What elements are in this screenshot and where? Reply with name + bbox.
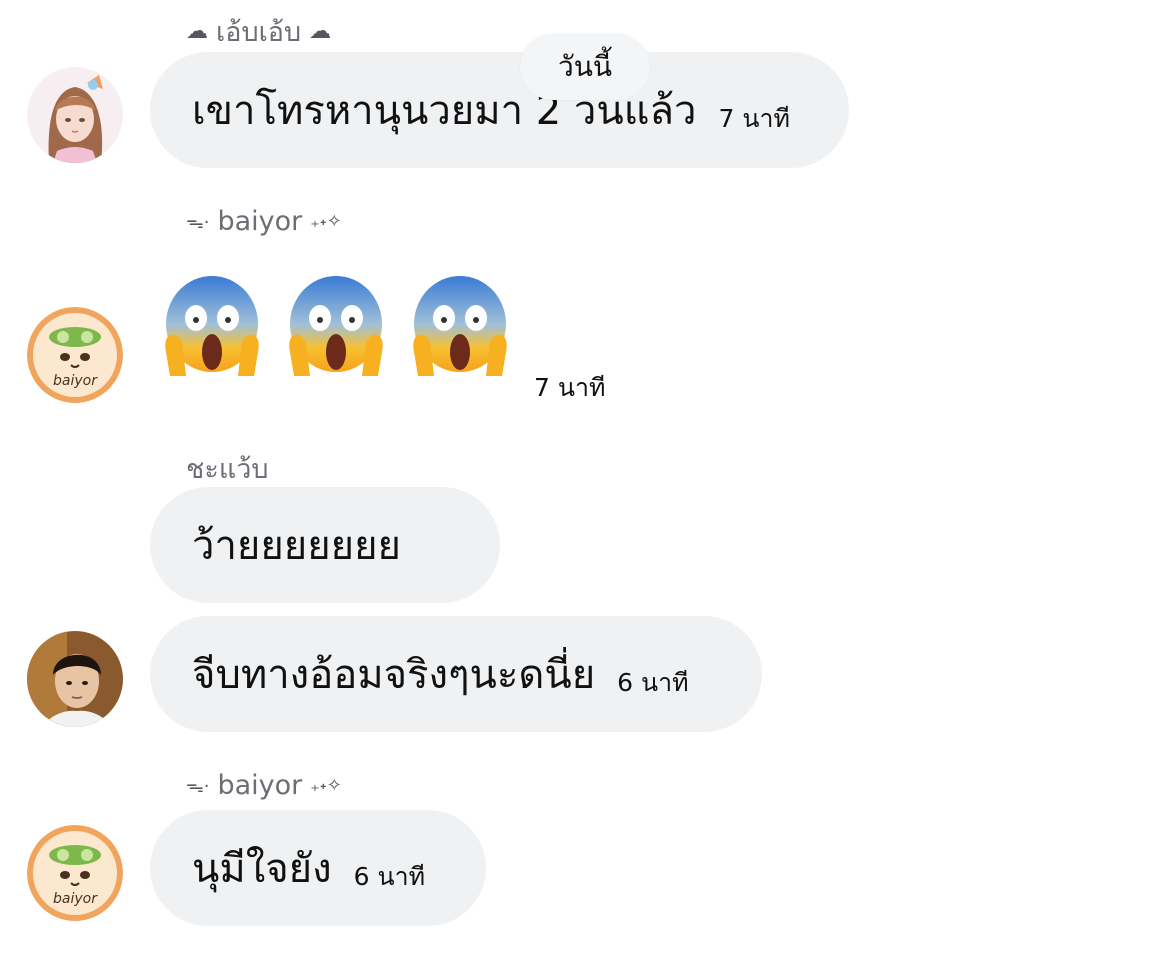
message-time: 6 นาที bbox=[617, 668, 689, 697]
sender-label: ชะแว้บ bbox=[186, 454, 269, 485]
anime-girl-avatar[interactable] bbox=[27, 67, 123, 163]
sender-name-baiyor[interactable]: ᯓ· baiyor ₊˖✧ bbox=[186, 770, 342, 801]
sender-label: baiyor bbox=[217, 770, 303, 801]
svg-text:baiyor: baiyor bbox=[53, 373, 98, 389]
person-photo-avatar[interactable] bbox=[27, 631, 123, 727]
message-bubble[interactable]: เขาโทรหานุนวยมา 2 วนแล้ว 7 นาที bbox=[150, 52, 849, 168]
date-divider: วันนี้ bbox=[520, 34, 650, 100]
swirl-icon: ᯓ· bbox=[186, 775, 210, 797]
sender-label: เอ้บเอ้บ bbox=[216, 17, 302, 48]
message-bubble[interactable]: จีบทางอ้อมจริงๆนะดนี่ย 6 นาที bbox=[150, 616, 762, 732]
emoji-message[interactable] bbox=[160, 272, 512, 382]
message-text: จีบทางอ้อมจริงๆนะดนี่ย bbox=[192, 652, 596, 698]
message-text: ว้ายยยยยยย bbox=[192, 523, 401, 569]
sparkle-icon: ₊˖✧ bbox=[310, 775, 342, 796]
svg-text:baiyor: baiyor bbox=[53, 891, 98, 907]
sparkle-icon: ₊˖✧ bbox=[310, 211, 342, 232]
sender-name-chawaeb[interactable]: ชะแว้บ bbox=[186, 447, 269, 490]
screaming-face-emoji bbox=[165, 276, 259, 376]
sender-name-baiyor[interactable]: ᯓ· baiyor ₊˖✧ bbox=[186, 206, 342, 237]
screaming-face-emoji bbox=[413, 276, 507, 376]
swirl-icon: ᯓ· bbox=[186, 211, 210, 233]
chat-thread: ☁ เอ้บเอ้บ ☁ เขาโทรหานุนวยมา 2 วนแล้ว 7 … bbox=[0, 0, 1169, 960]
message-time: 6 นาที bbox=[353, 862, 426, 891]
sender-name-eb-eb[interactable]: ☁ เอ้บเอ้บ ☁ bbox=[186, 10, 331, 53]
baiyor-cat-avatar[interactable]: baiyor bbox=[27, 825, 123, 921]
message-bubble[interactable]: นุมีใจยัง 6 นาที bbox=[150, 810, 486, 926]
baiyor-cat-avatar[interactable]: baiyor bbox=[27, 307, 123, 403]
message-time: 7 นาที bbox=[718, 104, 790, 133]
cloud-icon: ☁ bbox=[186, 19, 208, 44]
message-text: นุมีใจยัง bbox=[192, 846, 332, 892]
cloud-icon: ☁ bbox=[309, 19, 332, 44]
message-time: 7 นาที bbox=[534, 373, 606, 402]
message-bubble[interactable]: ว้ายยยยยยย bbox=[150, 487, 500, 603]
sender-label: baiyor bbox=[217, 206, 303, 237]
screaming-face-emoji bbox=[289, 276, 383, 376]
